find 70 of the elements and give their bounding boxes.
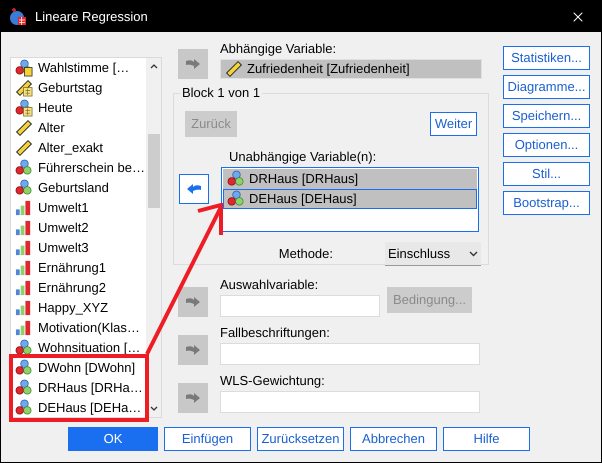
move-arrow-button[interactable] bbox=[179, 174, 209, 204]
arrow-icon bbox=[185, 392, 201, 404]
field-label: WLS-Gewichtung: bbox=[220, 373, 326, 389]
variable-item[interactable]: Umwelt3 bbox=[13, 238, 146, 258]
arrow-icon bbox=[186, 183, 202, 195]
arrow-icon bbox=[185, 58, 201, 70]
variable-item[interactable]: DEHaus [DEHa… bbox=[13, 398, 146, 417]
dialog-button[interactable]: Speichern... bbox=[503, 104, 590, 128]
variable-item[interactable]: Wahlstimme [… bbox=[13, 58, 146, 78]
arrow-icon bbox=[185, 296, 201, 308]
variable-item[interactable]: DRHaus [DRHa… bbox=[13, 378, 146, 398]
variable-item[interactable]: Alter bbox=[13, 118, 146, 138]
bar-chart-icon bbox=[15, 219, 33, 237]
date-variable-icon bbox=[15, 99, 33, 117]
variable-item[interactable]: Ernährung1 bbox=[13, 258, 146, 278]
nominal-variable-icon bbox=[15, 339, 33, 357]
variable-item[interactable]: DEHaus [DEHaus] bbox=[223, 189, 477, 209]
field-label: Unabhängige Variable(n): bbox=[229, 149, 378, 165]
dialog-button[interactable]: Diagramme... bbox=[503, 75, 590, 99]
dialog-button[interactable]: Zurücksetzen bbox=[257, 427, 344, 451]
dialog-button[interactable]: Hilfe bbox=[443, 427, 530, 451]
nominal-variable-icon bbox=[15, 179, 33, 197]
method-dropdown[interactable]: Einschluss bbox=[385, 242, 481, 266]
variable-item[interactable]: DRHaus [DRHaus] bbox=[223, 169, 477, 189]
variable-item[interactable]: Happy_XYZ bbox=[13, 298, 146, 318]
dialog-button[interactable]: OK bbox=[68, 427, 158, 451]
variable-item[interactable]: Umwelt2 bbox=[13, 218, 146, 238]
field-label: Fallbeschriftungen: bbox=[220, 325, 331, 341]
nominal-variable-icon bbox=[227, 190, 245, 208]
bar-chart-icon bbox=[15, 299, 33, 317]
nominal-variable-icon bbox=[15, 159, 33, 177]
dialog-button[interactable]: Einfügen bbox=[164, 427, 251, 451]
chevron-down-icon bbox=[469, 250, 478, 256]
variable-item[interactable]: Führerschein be… bbox=[13, 158, 146, 178]
variable-item[interactable]: Heute bbox=[13, 98, 146, 118]
bar-chart-icon bbox=[15, 279, 33, 297]
dependent-variable-field[interactable]: Zufriedenheit [Zufriedenheit] bbox=[220, 59, 482, 79]
variable-item[interactable]: Alter_exakt bbox=[13, 138, 146, 158]
nominal-variable-icon bbox=[227, 170, 245, 188]
nominal-variable-icon bbox=[15, 359, 33, 377]
variable-item[interactable]: Geburtstag bbox=[13, 78, 146, 98]
bar-chart-icon bbox=[15, 319, 33, 337]
selection-variable-field[interactable] bbox=[220, 295, 380, 317]
case-labels-field[interactable] bbox=[220, 343, 480, 365]
method-label: Methode: bbox=[278, 245, 333, 264]
bar-chart-icon bbox=[15, 239, 33, 257]
dialog-button[interactable]: Statistiken... bbox=[503, 46, 590, 70]
nominal-variable-icon bbox=[15, 399, 33, 417]
field-label: Auswahlvariable: bbox=[220, 277, 320, 293]
variable-item[interactable]: DWohn [DWohn] bbox=[13, 358, 146, 378]
bar-chart-icon bbox=[15, 259, 33, 277]
nominal-variable-icon bbox=[15, 379, 33, 397]
dialog-button[interactable]: Abbrechen bbox=[350, 427, 437, 451]
dialog-button[interactable]: Weiter bbox=[430, 112, 477, 136]
string-variable-icon bbox=[15, 59, 33, 77]
field-label: Abhängige Variable: bbox=[220, 41, 338, 57]
arrow-icon bbox=[185, 344, 201, 356]
variable-item[interactable]: Ernährung2 bbox=[13, 278, 146, 298]
dialog-button[interactable]: Optionen... bbox=[503, 133, 590, 157]
variable-item[interactable]: Geburtsland bbox=[13, 178, 146, 198]
dialog-button[interactable]: Stil... bbox=[503, 162, 590, 186]
bar-chart-icon bbox=[15, 199, 33, 217]
app-icon bbox=[9, 8, 27, 26]
variable-item[interactable]: Motivation(Klas… bbox=[13, 318, 146, 338]
scrollbar-thumb[interactable] bbox=[148, 134, 160, 208]
scrollbar[interactable] bbox=[146, 58, 161, 417]
wls-weight-field[interactable] bbox=[220, 391, 480, 413]
variable-item[interactable]: Umwelt1 bbox=[13, 198, 146, 218]
dialog-button[interactable]: Bootstrap... bbox=[503, 191, 590, 215]
window-title: Lineare Regression bbox=[35, 8, 148, 26]
